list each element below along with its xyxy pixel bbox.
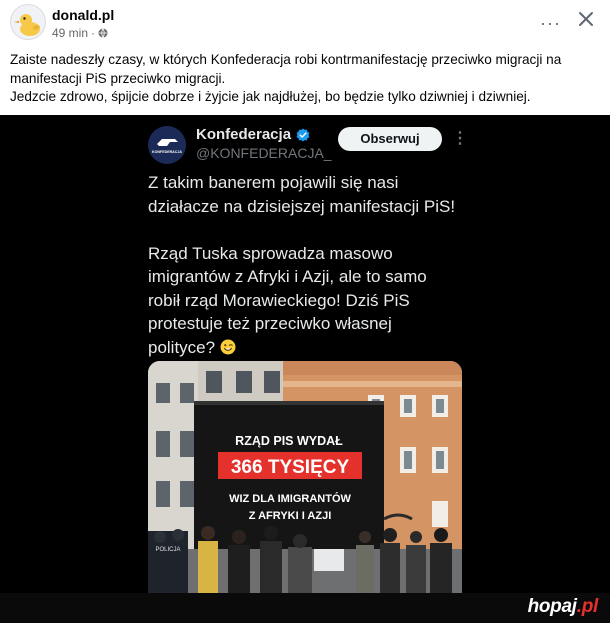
post-image[interactable]: KONFEDERACJA Konfederacja @KONFEDERACJA_… — [0, 115, 610, 623]
meta-separator: · — [91, 26, 96, 40]
more-options-icon[interactable]: ··· — [540, 13, 561, 34]
tweet-line: robił rząd Morawieckiego! Dziś PiS — [148, 290, 410, 310]
tweet-more-icon[interactable]: ⋮ — [452, 128, 468, 148]
watermark-bar: hopaj.pl — [0, 593, 610, 623]
tweet-line: protestuje też przeciwko własnej — [148, 314, 392, 333]
post-text-line: Jedzcie zdrowo, śpijcie dobrze i żyjcie … — [10, 89, 531, 104]
konfederacja-logo-icon: KONFEDERACJA — [148, 126, 186, 164]
close-icon[interactable] — [576, 9, 596, 29]
page-avatar[interactable] — [10, 4, 46, 40]
tweet-line: imigrantów z Afryki i Azji, ale to samo — [148, 267, 427, 286]
banner-line-3: WIZ DLA IMIGRANTÓW — [229, 492, 351, 505]
follow-button[interactable]: Obserwuj — [338, 127, 442, 151]
page-name-link[interactable]: donald.pl — [52, 7, 114, 23]
watermark-suffix: .pl — [576, 596, 599, 617]
tweet-account-name[interactable]: Konfederacja — [196, 126, 310, 143]
banner-line-4: Z AFRYKI I AZJI — [249, 510, 332, 522]
post-header: donald.pl 49 min · ··· — [0, 0, 610, 46]
post-time[interactable]: 49 min — [52, 26, 88, 40]
post-text: Zaiste nadeszły czasy, w których Konfede… — [10, 51, 595, 107]
winking-face-icon — [220, 339, 236, 354]
tweet-account-name-text[interactable]: Konfederacja — [196, 126, 291, 143]
police-label: POLICJA — [155, 547, 180, 553]
protest-photo: RZĄD PIS WYDAŁ 366 TYSIĘCY WIZ DLA IMIGR… — [148, 361, 462, 593]
post-text-line: Zaiste nadeszły czasy, w których Konfede… — [10, 52, 562, 67]
tweet-text: Z takim banerem pojawili się nasi działa… — [148, 171, 478, 359]
avatar-text: KONFEDERACJA — [152, 150, 182, 154]
duck-icon — [11, 5, 45, 39]
tweet-line-last: polityce? — [148, 336, 478, 360]
tweet-line: Z takim banerem pojawili się nasi — [148, 173, 399, 192]
banner-line-2: 366 TYSIĘCY — [231, 457, 350, 478]
verified-badge-icon — [296, 128, 310, 141]
tweet-avatar: KONFEDERACJA — [148, 126, 186, 164]
banner-line-1: RZĄD PIS WYDAŁ — [235, 434, 343, 448]
tweet-line: działacze na dzisiejszej manifestacji Pi… — [148, 196, 456, 216]
watermark-logo[interactable]: hopaj.pl — [527, 596, 599, 618]
post-meta: 49 min · — [52, 26, 108, 40]
watermark-brand: hopaj — [527, 596, 577, 617]
protest-scene-image: RZĄD PIS WYDAŁ 366 TYSIĘCY WIZ DLA IMIGR… — [148, 361, 462, 593]
tweet-line: Rząd Tuska sprowadza masowo — [148, 243, 393, 263]
globe-icon — [98, 28, 108, 38]
post-text-line: manifestacji PiS przeciwko migracji. — [10, 70, 226, 86]
tweet-line: polityce? — [148, 337, 216, 357]
tweet-handle[interactable]: @KONFEDERACJA_ — [196, 145, 332, 161]
